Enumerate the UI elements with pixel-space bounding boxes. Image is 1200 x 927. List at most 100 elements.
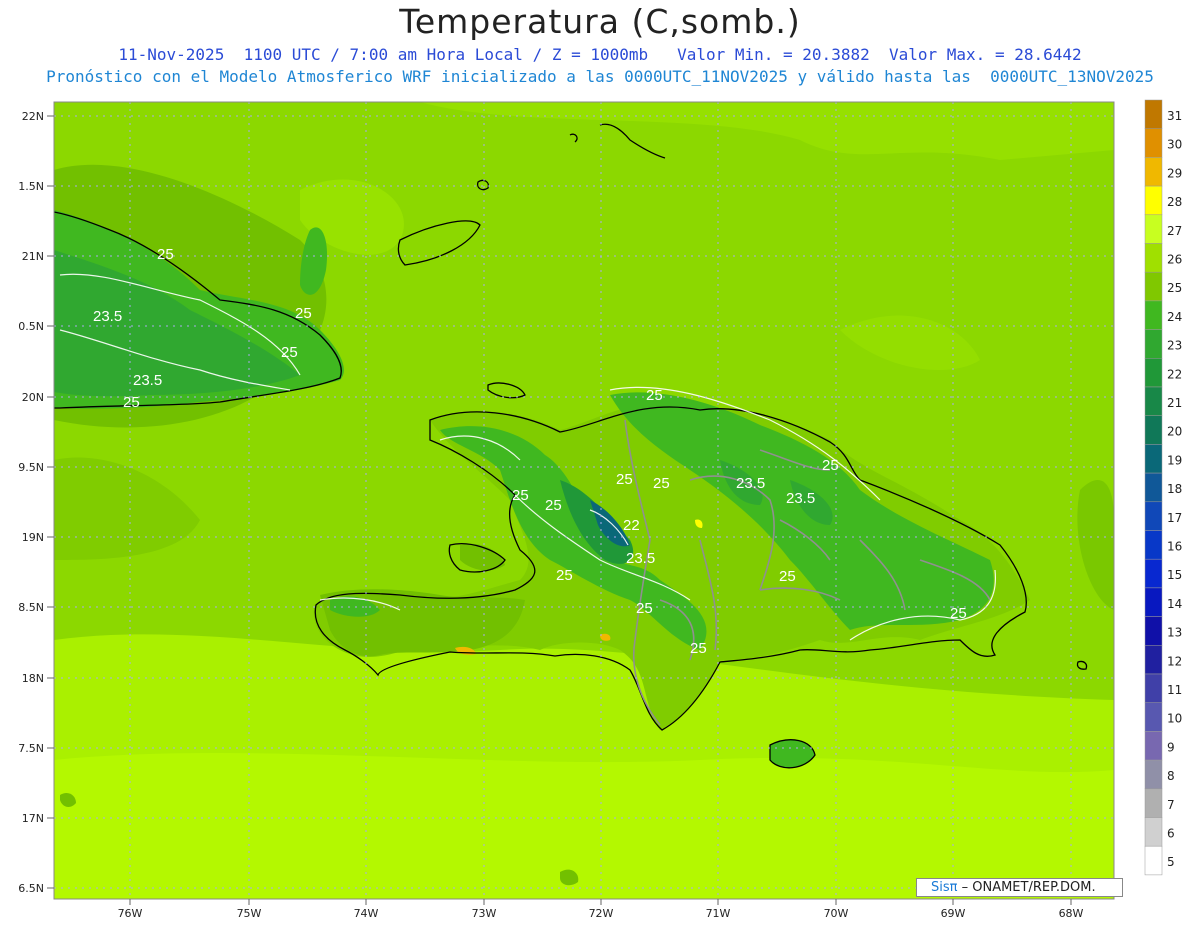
lat-label: 0.5N bbox=[18, 320, 44, 333]
brand-label: Sisπ bbox=[931, 880, 958, 895]
colorbar-swatch bbox=[1144, 587, 1163, 617]
colorbar-label: 14 bbox=[1167, 597, 1182, 611]
colorbar-swatch bbox=[1144, 530, 1163, 560]
colorbar-swatch bbox=[1144, 788, 1163, 818]
colorbar-swatch bbox=[1144, 845, 1163, 876]
contour-label: 25 bbox=[123, 394, 140, 411]
lat-label: 17N bbox=[22, 812, 44, 825]
lat-label: 7.5N bbox=[18, 742, 44, 755]
lon-label: 75W bbox=[237, 907, 262, 920]
colorbar-label: 26 bbox=[1167, 253, 1182, 267]
lat-label: 6.5N bbox=[18, 882, 44, 895]
contour-label: 25 bbox=[690, 640, 707, 657]
colorbar-label: 18 bbox=[1167, 482, 1182, 496]
lat-label: 1.5N bbox=[18, 180, 44, 193]
lon-label: 68W bbox=[1059, 907, 1084, 920]
contour-label: 25 bbox=[950, 605, 967, 622]
colorbar-label: 22 bbox=[1167, 367, 1182, 381]
lat-label: 20N bbox=[22, 391, 44, 404]
colorbar-label: 25 bbox=[1167, 281, 1182, 295]
colorbar-label: 6 bbox=[1167, 827, 1175, 841]
colorbar-swatch bbox=[1144, 243, 1163, 273]
colorbar-swatch bbox=[1144, 731, 1163, 761]
colorbar-swatch bbox=[1144, 673, 1163, 703]
contour-label: 23.5 bbox=[626, 550, 655, 567]
contour-label: 23.5 bbox=[133, 372, 162, 389]
colorbar-label: 30 bbox=[1167, 138, 1182, 152]
lon-label: 74W bbox=[354, 907, 379, 920]
colorbar-label: 11 bbox=[1167, 683, 1182, 697]
colorbar-swatch bbox=[1144, 616, 1163, 646]
longitude-ticks bbox=[129, 899, 1072, 905]
colorbar-label: 23 bbox=[1167, 339, 1182, 353]
colorbar-label: 13 bbox=[1167, 626, 1182, 640]
colorbar-label: 17 bbox=[1167, 511, 1182, 525]
colorbar-label: 19 bbox=[1167, 453, 1182, 467]
colorbar-label: 12 bbox=[1167, 654, 1182, 668]
lon-label: 76W bbox=[118, 907, 143, 920]
contour-label: 23.5 bbox=[93, 308, 122, 325]
longitude-axis: 76W 75W 74W 73W 72W 71W 70W 69W 68W bbox=[118, 907, 1084, 920]
colorbar-swatch bbox=[1144, 99, 1163, 129]
lon-label: 73W bbox=[472, 907, 497, 920]
contour-label: 23.5 bbox=[786, 490, 815, 507]
colorbar-label: 5 bbox=[1167, 855, 1175, 869]
colorbar-label: 15 bbox=[1167, 568, 1182, 582]
contour-label: 22 bbox=[623, 517, 640, 534]
colorbar-swatch bbox=[1144, 645, 1163, 675]
org-label: – ONAMET/REP.DOM. bbox=[957, 880, 1096, 895]
colorbar-label: 28 bbox=[1167, 195, 1182, 209]
colorbar-swatch bbox=[1144, 271, 1163, 302]
contour-label: 25 bbox=[545, 497, 562, 514]
lat-label: 9.5N bbox=[18, 461, 44, 474]
contour-label: 25 bbox=[779, 568, 796, 585]
lat-label: 19N bbox=[22, 531, 44, 544]
colorbar-swatch bbox=[1144, 415, 1163, 445]
contour-label: 25 bbox=[157, 246, 174, 263]
lat-label: 21N bbox=[22, 250, 44, 263]
colorbar-label: 9 bbox=[1167, 740, 1175, 754]
colorbar-swatch bbox=[1144, 501, 1163, 531]
colorbar-swatch bbox=[1144, 157, 1163, 187]
lat-label: 8.5N bbox=[18, 601, 44, 614]
colorbar-swatch bbox=[1144, 759, 1163, 790]
colorbar-swatch bbox=[1144, 386, 1163, 416]
colorbar-swatch bbox=[1144, 185, 1163, 216]
colorbar-label: 21 bbox=[1167, 396, 1182, 410]
contour-label: 25 bbox=[636, 600, 653, 617]
contour-label: 25 bbox=[556, 567, 573, 584]
contour-label: 25 bbox=[616, 471, 633, 488]
colorbar-swatch bbox=[1144, 702, 1163, 732]
colorbar-label: 29 bbox=[1167, 166, 1182, 180]
contour-label: 25 bbox=[295, 305, 312, 322]
colorbar-swatch bbox=[1144, 128, 1163, 158]
colorbar-swatch bbox=[1144, 358, 1163, 388]
lon-label: 70W bbox=[824, 907, 849, 920]
lon-label: 69W bbox=[941, 907, 966, 920]
colorbar-swatch bbox=[1144, 300, 1163, 330]
colorbar-label: 7 bbox=[1167, 798, 1175, 812]
contour-label: 25 bbox=[646, 387, 663, 404]
colorbar-swatch bbox=[1144, 558, 1163, 589]
contour-label: 25 bbox=[653, 475, 670, 492]
lat-label: 22N bbox=[22, 110, 44, 123]
contour-label: 23.5 bbox=[736, 475, 765, 492]
colorbar-swatch bbox=[1144, 472, 1163, 503]
latitude-ticks bbox=[47, 115, 54, 889]
credit-box: Sisπ – ONAMET/REP.DOM. bbox=[916, 878, 1123, 897]
colorbar-label: 20 bbox=[1167, 425, 1182, 439]
colorbar-swatch bbox=[1144, 444, 1163, 474]
colorbar-swatch bbox=[1144, 329, 1163, 359]
colorbar-label: 27 bbox=[1167, 224, 1182, 238]
temperature-map: 25 23.5 23.5 25 25 25 25 25 25 25 23.5 2… bbox=[18, 99, 1182, 920]
colorbar-swatch bbox=[1144, 214, 1163, 244]
colorbar-label: 10 bbox=[1167, 712, 1182, 726]
contour-label: 25 bbox=[822, 457, 839, 474]
lat-label: 18N bbox=[22, 672, 44, 685]
colorbar-label: 16 bbox=[1167, 540, 1182, 554]
colorbar-label: 31 bbox=[1167, 109, 1182, 123]
colorbar-label: 24 bbox=[1167, 310, 1182, 324]
colorbar: 31 30 29 28 27 26 25 24 23 22 21 20 19 18 17 16 15 14 13 12… bbox=[1144, 99, 1182, 876]
contour-label: 25 bbox=[281, 344, 298, 361]
latitude-axis: 22N 1.5N 21N 0.5N 20N 9.5N 19N 8.5N 18N … bbox=[18, 110, 44, 895]
